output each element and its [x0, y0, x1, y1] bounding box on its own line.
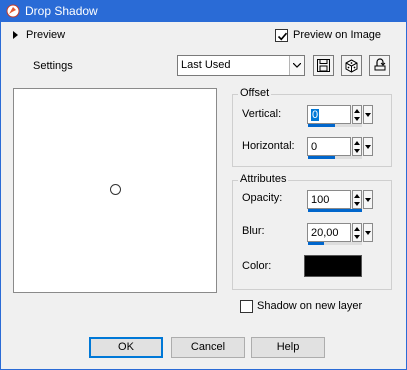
chevron-down-icon	[365, 113, 371, 117]
chevron-down-icon	[365, 198, 371, 202]
preview-label: Preview	[26, 29, 66, 41]
blur-up-down[interactable]	[352, 223, 362, 242]
drop-shadow-dialog: Drop Shadow Preview Preview on Image Set…	[0, 0, 407, 370]
opacity-slider[interactable]	[308, 209, 362, 212]
checkbox-box[interactable]	[240, 300, 253, 313]
chevron-down-icon[interactable]	[289, 56, 304, 75]
horizontal-label: Horizontal:	[242, 140, 295, 152]
horizontal-dropdown[interactable]	[363, 137, 373, 156]
vertical-input[interactable]: 0	[307, 105, 351, 124]
attributes-title: Attributes	[238, 173, 289, 185]
expand-triangle-icon	[13, 31, 18, 39]
arrow-up-icon	[354, 194, 360, 198]
window-title: Drop Shadow	[25, 4, 98, 18]
arrow-down-icon	[354, 117, 360, 121]
horizontal-up-down[interactable]	[352, 137, 362, 156]
help-button[interactable]: Help	[251, 337, 325, 358]
arrow-up-icon	[354, 227, 360, 231]
vertical-dropdown[interactable]	[363, 105, 373, 124]
opacity-spinner[interactable]: 100	[307, 190, 373, 212]
blur-spinner[interactable]: 20,00	[307, 223, 373, 245]
vertical-label: Vertical:	[242, 108, 282, 120]
randomize-button[interactable]	[341, 55, 362, 76]
save-preset-icon	[317, 59, 330, 72]
color-label: Color:	[242, 260, 272, 272]
vertical-slider[interactable]	[308, 124, 362, 127]
shadow-on-new-layer-label: Shadow on new layer	[257, 300, 363, 312]
blur-dropdown[interactable]	[363, 223, 373, 242]
title-bar[interactable]: Drop Shadow	[1, 1, 406, 22]
reset-icon	[374, 58, 386, 71]
arrow-up-icon	[354, 109, 360, 113]
opacity-input[interactable]: 100	[307, 190, 351, 209]
opacity-dropdown[interactable]	[363, 190, 373, 209]
checkmark-icon	[277, 32, 288, 41]
opacity-label: Opacity:	[242, 192, 283, 204]
randomize-icon	[345, 59, 358, 73]
app-icon	[6, 4, 20, 18]
navigation-circle-icon[interactable]	[110, 184, 121, 195]
cancel-button[interactable]: Cancel	[171, 337, 245, 358]
reset-button[interactable]	[369, 55, 390, 76]
vertical-up-down[interactable]	[352, 105, 362, 124]
arrow-down-icon	[354, 202, 360, 206]
arrow-up-icon	[354, 141, 360, 145]
shadow-color-swatch[interactable]	[304, 255, 362, 277]
arrow-down-icon	[354, 149, 360, 153]
save-preset-button[interactable]	[313, 55, 334, 76]
blur-input[interactable]: 20,00	[307, 223, 351, 242]
ok-button[interactable]: OK	[89, 337, 163, 358]
arrow-down-icon	[354, 235, 360, 239]
horizontal-input[interactable]: 0	[307, 137, 351, 156]
preset-value: Last Used	[181, 59, 231, 71]
settings-label: Settings	[33, 60, 73, 72]
preview-pane[interactable]	[13, 88, 217, 293]
opacity-up-down[interactable]	[352, 190, 362, 209]
preset-dropdown[interactable]: Last Used	[177, 55, 305, 76]
chevron-down-icon	[365, 145, 371, 149]
preview-on-image-label: Preview on Image	[293, 29, 382, 41]
offset-title: Offset	[238, 87, 272, 99]
blur-label: Blur:	[242, 225, 265, 237]
chevron-down-icon	[365, 231, 371, 235]
vertical-spinner[interactable]: 0	[307, 105, 373, 127]
horizontal-slider[interactable]	[308, 156, 362, 159]
horizontal-spinner[interactable]: 0	[307, 137, 373, 159]
blur-slider[interactable]	[308, 242, 362, 245]
checkbox-box[interactable]	[275, 29, 288, 42]
